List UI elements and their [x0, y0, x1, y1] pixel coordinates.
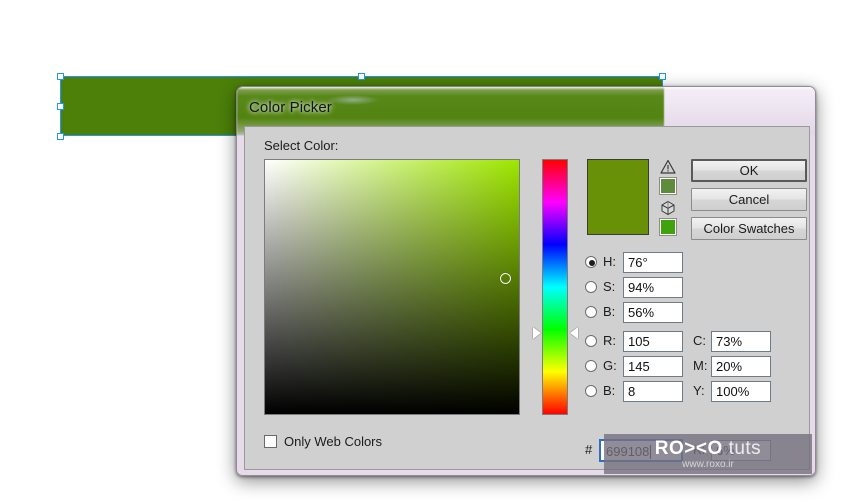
label-green: G: — [603, 358, 617, 373]
hue-slider-marker-left[interactable] — [533, 327, 541, 339]
selection-handle-top-right[interactable] — [659, 73, 666, 80]
radio-red[interactable] — [585, 335, 597, 347]
input-hue[interactable]: 76° — [623, 252, 683, 273]
label-hue: H: — [603, 254, 616, 269]
watermark-brand-light: tuts — [728, 437, 762, 459]
watermark: RO><O tuts www.roxo.ir — [604, 434, 812, 474]
radio-hue[interactable] — [585, 256, 597, 268]
input-saturation[interactable]: 94% — [623, 277, 683, 298]
watermark-brand-bold: RO><O — [654, 437, 723, 459]
selection-handle-top-center[interactable] — [358, 73, 365, 80]
input-cyan[interactable]: 73% — [711, 331, 771, 352]
label-brightness: B: — [603, 304, 616, 319]
dialog-title: Color Picker — [249, 99, 332, 116]
radio-blue[interactable] — [585, 385, 597, 397]
select-color-label: Select Color: — [264, 138, 339, 153]
only-web-colors-row[interactable]: Only Web Colors — [264, 434, 382, 449]
label-blue: B: — [603, 383, 616, 398]
only-web-colors-checkbox[interactable] — [264, 435, 277, 448]
watermark-url: www.roxo.ir — [682, 458, 734, 470]
input-yellow[interactable]: 100% — [711, 381, 771, 402]
hue-slider[interactable] — [542, 159, 568, 415]
input-blue[interactable]: 8 — [623, 381, 683, 402]
color-field-cursor[interactable] — [500, 273, 511, 284]
cube-icon[interactable] — [660, 200, 676, 216]
label-cyan: C: — [693, 333, 706, 348]
out-of-gamut-swatch[interactable] — [659, 177, 677, 195]
label-yellow: Y: — [693, 383, 705, 398]
color-picker-dialog[interactable]: Color Picker Select Color: OK Cancel Col… — [236, 86, 816, 476]
label-hex: # — [585, 442, 593, 457]
label-red: R: — [603, 333, 616, 348]
color-preview-swatch — [587, 159, 649, 235]
saturation-brightness-field[interactable] — [264, 159, 520, 415]
input-magenta[interactable]: 20% — [711, 356, 771, 377]
color-swatches-button[interactable]: Color Swatches — [691, 217, 807, 240]
only-web-colors-label: Only Web Colors — [284, 434, 383, 449]
label-magenta: M: — [693, 358, 708, 373]
selection-handle-middle-left[interactable] — [57, 103, 64, 110]
ok-button[interactable]: OK — [691, 159, 807, 182]
input-red[interactable]: 105 — [623, 331, 683, 352]
hue-slider-marker-right[interactable] — [570, 327, 578, 339]
cancel-button[interactable]: Cancel — [691, 188, 807, 211]
gamut-indicator-column — [657, 159, 679, 236]
warning-triangle-icon[interactable] — [660, 159, 676, 175]
radio-brightness[interactable] — [585, 306, 597, 318]
dialog-client-area: Select Color: OK Cancel Color Swatches H… — [244, 126, 810, 470]
input-green[interactable]: 145 — [623, 356, 683, 377]
label-saturation: S: — [603, 279, 616, 294]
selection-handle-bottom-left[interactable] — [57, 133, 64, 140]
web-safe-swatch[interactable] — [659, 218, 677, 236]
radio-green[interactable] — [585, 360, 597, 372]
titlebar-highlight — [327, 95, 379, 105]
radio-saturation[interactable] — [585, 281, 597, 293]
selection-handle-top-left[interactable] — [57, 73, 64, 80]
titlebar-sheen — [237, 87, 815, 90]
watermark-brand: RO><O tuts — [655, 439, 761, 458]
input-brightness[interactable]: 56% — [623, 302, 683, 323]
